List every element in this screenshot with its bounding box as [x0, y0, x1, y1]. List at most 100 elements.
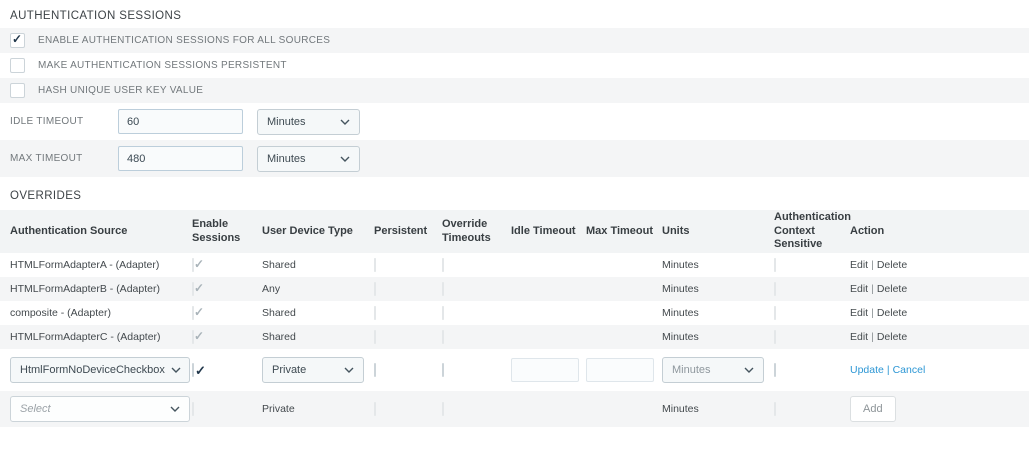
col-header-enable-sessions: Enable Sessions [192, 218, 262, 246]
section-title-overrides: OVERRIDES [10, 190, 1029, 202]
auth-source-select-placeholder: Select [20, 403, 51, 415]
col-header-action: Action [850, 225, 1029, 239]
delete-link[interactable]: Delete [877, 307, 907, 319]
override-timeouts-checkbox [442, 306, 444, 320]
auth-source-cell: HTMLFormAdapterA - (Adapter) [0, 259, 192, 271]
override-edit-row: HtmlFormNoDeviceCheckbox Private [0, 349, 1029, 391]
idle-timeout-row: IDLE TIMEOUT Minutes [0, 103, 1029, 140]
table-row: composite - (Adapter) Shared Minutes Edi… [0, 301, 1029, 325]
max-timeout-units-select[interactable]: Minutes [257, 146, 360, 172]
units-cell: Minutes [662, 307, 774, 319]
action-separator: | [868, 259, 877, 271]
units-cell: Minutes [662, 331, 774, 343]
max-timeout-input[interactable] [586, 358, 654, 382]
enable-sessions-checkbox [192, 402, 194, 416]
col-header-authentication-source: Authentication Source [0, 225, 192, 239]
idle-timeout-input[interactable] [118, 109, 243, 134]
chevron-down-icon [340, 156, 350, 162]
enable-sessions-checkbox [192, 282, 194, 296]
chevron-down-icon [344, 367, 354, 373]
action-cell: Edit|Delete [850, 259, 1029, 271]
edit-link[interactable]: Edit [850, 331, 868, 343]
max-timeout-input[interactable] [118, 146, 243, 171]
override-add-row: Select Private Minutes Add [0, 391, 1029, 427]
edit-link[interactable]: Edit [850, 307, 868, 319]
user-device-type-cell: Shared [262, 307, 374, 319]
action-separator: | [884, 364, 893, 376]
auth-source-cell: composite - (Adapter) [0, 307, 192, 319]
chevron-down-icon [171, 367, 181, 373]
context-sensitive-checkbox [774, 402, 776, 416]
enable-auth-sessions-checkbox[interactable] [10, 33, 25, 48]
table-row: HTMLFormAdapterB - (Adapter) Any Minutes… [0, 277, 1029, 301]
section-title-authentication-sessions: AUTHENTICATION SESSIONS [10, 10, 1029, 22]
action-cell: Update|Cancel [850, 364, 1029, 376]
persistent-checkbox [374, 402, 376, 416]
auth-source-select[interactable]: HtmlFormNoDeviceCheckbox [10, 357, 190, 383]
user-device-type-select-value: Private [272, 364, 306, 376]
persistent-sessions-row: MAKE AUTHENTICATION SESSIONS PERSISTENT [0, 53, 1029, 78]
auth-source-select-value: HtmlFormNoDeviceCheckbox [20, 364, 165, 376]
persistent-checkbox [374, 306, 376, 320]
auth-source-cell: HTMLFormAdapterC - (Adapter) [0, 331, 192, 343]
overrides-section: OVERRIDES Authentication Source Enable S… [0, 190, 1029, 427]
user-device-type-cell: Any [262, 283, 374, 295]
col-header-auth-context-sensitive: Authentication Context Sensitive [774, 211, 850, 252]
persistent-sessions-label: MAKE AUTHENTICATION SESSIONS PERSISTENT [38, 60, 287, 71]
cancel-link[interactable]: Cancel [893, 364, 926, 376]
delete-link[interactable]: Delete [877, 259, 907, 271]
units-select-value: Minutes [672, 364, 711, 376]
persistent-checkbox [374, 282, 376, 296]
col-header-units: Units [662, 225, 774, 239]
action-separator: | [868, 331, 877, 343]
context-sensitive-checkbox [774, 258, 776, 272]
table-row: HTMLFormAdapterA - (Adapter) Shared Minu… [0, 253, 1029, 277]
units-cell: Minutes [662, 403, 774, 415]
edit-link[interactable]: Edit [850, 283, 868, 295]
update-link[interactable]: Update [850, 364, 884, 376]
persistent-checkbox[interactable] [374, 363, 376, 377]
auth-source-cell: HTMLFormAdapterB - (Adapter) [0, 283, 192, 295]
user-device-type-select[interactable]: Private [262, 357, 364, 383]
override-timeouts-checkbox[interactable] [442, 363, 444, 377]
action-cell: Edit|Delete [850, 307, 1029, 319]
add-button[interactable]: Add [850, 396, 896, 422]
enable-sessions-checkbox [192, 330, 194, 344]
persistent-sessions-checkbox[interactable] [10, 58, 25, 73]
auth-source-select[interactable]: Select [10, 396, 190, 422]
idle-timeout-units-select[interactable]: Minutes [257, 109, 360, 135]
units-cell: Minutes [662, 283, 774, 295]
action-separator: | [868, 307, 877, 319]
enable-sessions-checkbox [192, 306, 194, 320]
enable-sessions-checkbox[interactable] [192, 363, 194, 377]
action-cell: Edit|Delete [850, 331, 1029, 343]
col-header-max-timeout: Max Timeout [586, 225, 662, 239]
hash-user-key-row: HASH UNIQUE USER KEY VALUE [0, 78, 1029, 103]
edit-link[interactable]: Edit [850, 259, 868, 271]
context-sensitive-checkbox [774, 282, 776, 296]
chevron-down-icon [170, 406, 180, 412]
context-sensitive-checkbox[interactable] [774, 363, 776, 377]
persistent-checkbox [374, 258, 376, 272]
delete-link[interactable]: Delete [877, 331, 907, 343]
max-timeout-units-value: Minutes [267, 153, 306, 165]
chevron-down-icon [340, 119, 350, 125]
action-cell: Edit|Delete [850, 283, 1029, 295]
enable-auth-sessions-label: ENABLE AUTHENTICATION SESSIONS FOR ALL S… [38, 35, 330, 46]
idle-timeout-input[interactable] [511, 358, 579, 382]
enable-auth-sessions-row: ENABLE AUTHENTICATION SESSIONS FOR ALL S… [0, 28, 1029, 53]
authentication-sessions-page: AUTHENTICATION SESSIONS ENABLE AUTHENTIC… [0, 0, 1029, 427]
user-device-type-cell: Shared [262, 259, 374, 271]
override-timeouts-checkbox [442, 402, 444, 416]
action-separator: | [868, 283, 877, 295]
hash-user-key-checkbox[interactable] [10, 83, 25, 98]
hash-user-key-label: HASH UNIQUE USER KEY VALUE [38, 85, 203, 96]
delete-link[interactable]: Delete [877, 283, 907, 295]
units-cell: Minutes [662, 259, 774, 271]
units-select[interactable]: Minutes [662, 357, 764, 383]
override-timeouts-checkbox [442, 282, 444, 296]
user-device-type-cell: Private [262, 403, 374, 415]
col-header-idle-timeout: Idle Timeout [511, 225, 586, 239]
override-timeouts-checkbox [442, 330, 444, 344]
max-timeout-row: MAX TIMEOUT Minutes [0, 140, 1029, 177]
